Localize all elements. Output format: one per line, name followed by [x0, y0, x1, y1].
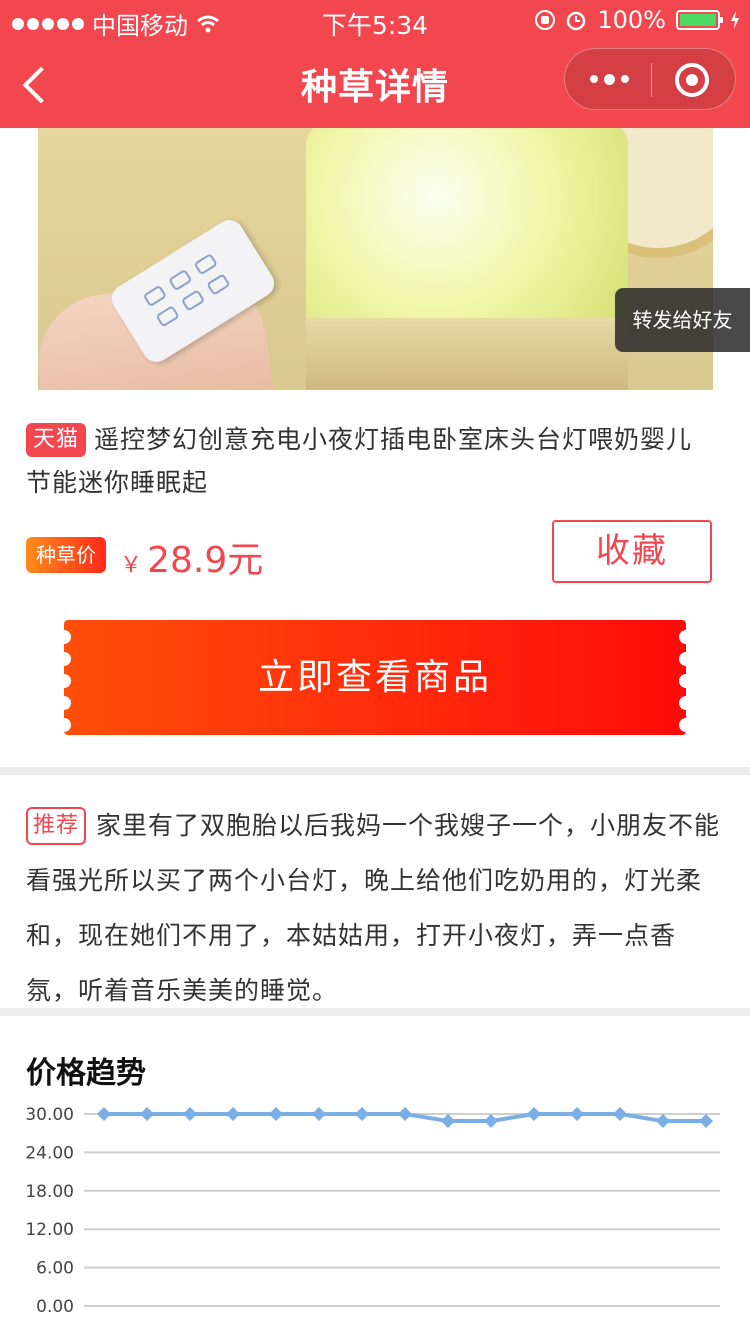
price: ￥ 28.9元 [120, 531, 263, 583]
recommend-tag: 推荐 [26, 807, 87, 845]
price-point[interactable] [441, 1114, 455, 1129]
more-dot-icon [620, 75, 629, 83]
recommend-text: 家里有了双胞胎以后我妈一个我嫂子一个，小朋友不能看强光所以买了两个小台灯，晚上给… [26, 811, 721, 1005]
lamp-base [306, 318, 628, 390]
price-point[interactable] [699, 1114, 713, 1129]
product-title: 天猫 遥控梦幻创意充电小夜灯插电卧室床头台灯喂奶婴儿节能迷你睡眠起 [26, 418, 716, 504]
price-point[interactable] [656, 1114, 670, 1129]
price-value: 28.9元 [147, 540, 264, 581]
charging-icon [731, 11, 739, 29]
price-label-badge: 种草价 [26, 537, 106, 573]
top-bar: 中国移动 下午5:34 100% 种草详情 [0, 0, 750, 128]
price-point[interactable] [226, 1107, 240, 1121]
alarm-icon [567, 11, 586, 31]
source-tag: 天猫 [26, 423, 87, 457]
price-point[interactable] [355, 1107, 369, 1121]
price-point[interactable] [527, 1107, 541, 1121]
battery-percent: 100% [597, 6, 666, 34]
y-tick-label: 24.00 [25, 1143, 74, 1163]
price-point[interactable] [484, 1114, 498, 1129]
more-dot-icon [603, 73, 615, 85]
capsule-divider [651, 63, 652, 97]
y-tick-label: 0.00 [36, 1297, 74, 1317]
status-bar: 中国移动 下午5:34 100% [0, 0, 750, 40]
price-point[interactable] [570, 1107, 584, 1121]
price-point[interactable] [183, 1107, 197, 1121]
chart-title: 价格趋势 [26, 1056, 146, 1091]
battery-icon [676, 10, 723, 30]
favorite-button[interactable]: 收藏 [552, 520, 712, 583]
close-mini-program-button[interactable] [675, 63, 709, 97]
mini-program-capsule [564, 48, 736, 110]
section-divider [0, 1008, 750, 1016]
price-point[interactable] [312, 1107, 326, 1121]
more-dot-icon [589, 75, 598, 83]
product-image[interactable] [38, 128, 713, 390]
currency-symbol: ￥ [120, 553, 143, 578]
more-button[interactable] [587, 69, 631, 89]
y-tick-label: 12.00 [25, 1220, 74, 1240]
section-divider [0, 767, 750, 775]
view-product-label: 立即查看商品 [257, 657, 492, 698]
price-trend-chart: 30.00 24.00 18.00 12.00 6.00 0.00 [25, 1105, 720, 1317]
orientation-lock-icon [535, 10, 556, 30]
price-point[interactable] [613, 1107, 627, 1121]
recommend-section: 推荐 家里有了双胞胎以后我妈一个我嫂子一个，小朋友不能看强光所以买了两个小台灯，晚… [26, 798, 726, 1018]
price-point[interactable] [398, 1107, 412, 1121]
y-tick-label: 18.00 [25, 1182, 74, 1202]
product-title-text: 遥控梦幻创意充电小夜灯插电卧室床头台灯喂奶婴儿节能迷你睡眠起 [26, 425, 693, 497]
price-point[interactable] [140, 1107, 154, 1121]
nav-bar: 种草详情 [0, 40, 750, 128]
price-point[interactable] [97, 1107, 111, 1121]
share-to-friend-button[interactable]: 转发给好友 [615, 288, 750, 352]
status-right: 100% [535, 6, 740, 34]
y-tick-label: 6.00 [36, 1259, 74, 1279]
y-tick-label: 30.00 [25, 1105, 74, 1125]
price-point[interactable] [269, 1107, 283, 1121]
view-product-button[interactable]: 立即查看商品 [64, 620, 686, 735]
